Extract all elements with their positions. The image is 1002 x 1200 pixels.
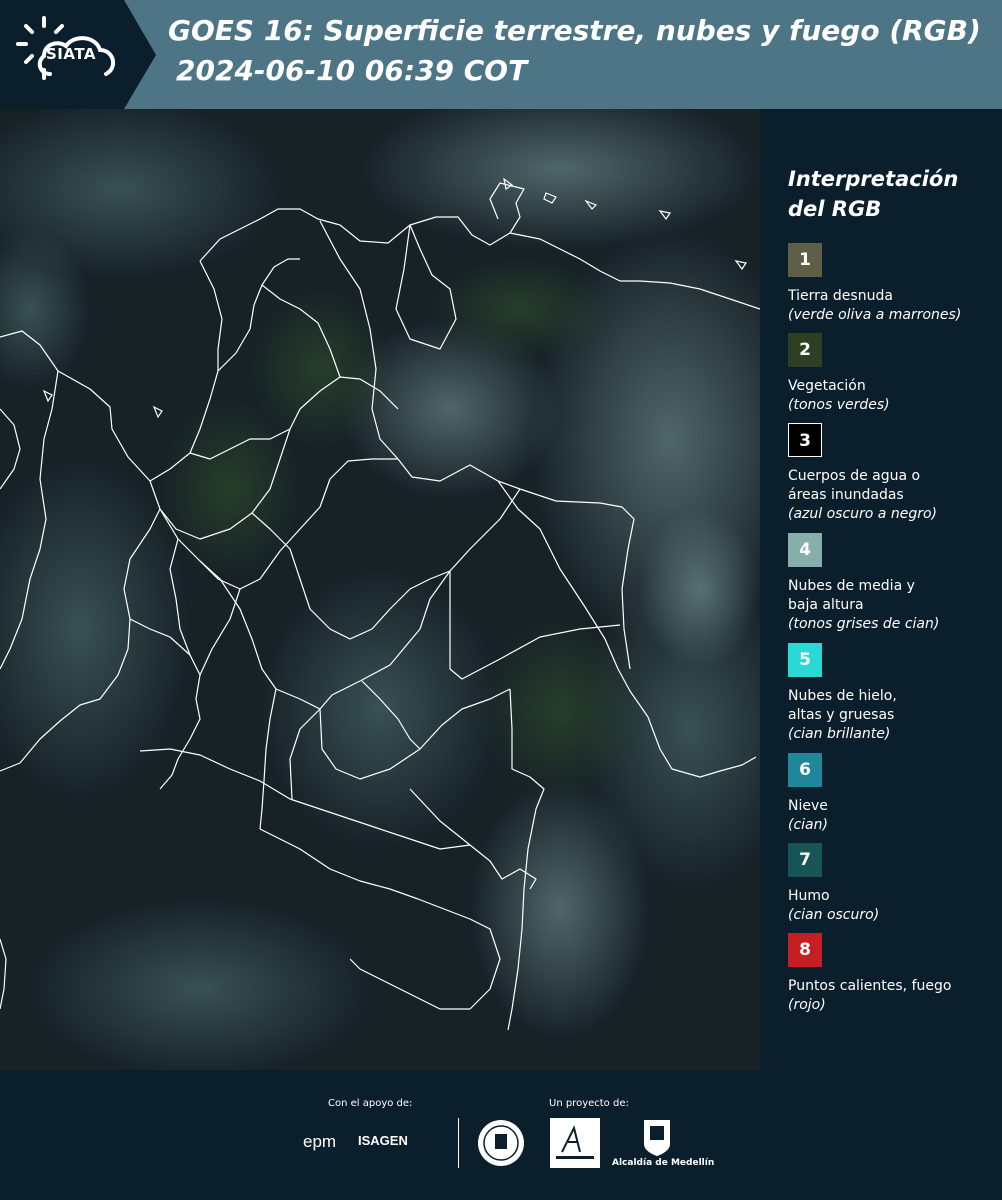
legend-swatch: 1	[788, 243, 822, 277]
legend-label-line: Puntos calientes, fuego	[788, 978, 952, 994]
legend-label-line: Nubes de hielo,	[788, 688, 897, 704]
legend-panel: Interpretación del RGB 1 Tierra desnuda …	[760, 109, 1002, 1070]
legend-sub: (cian)	[788, 817, 828, 833]
legend-item-bare-soil: 1 Tierra desnuda (verde oliva a marrones…	[788, 243, 998, 325]
legend-label: Nieve	[788, 797, 998, 816]
legend-label-line: altas y gruesas	[788, 707, 895, 723]
project-caption: Un proyecto de:	[549, 1098, 629, 1109]
legend-label: Nubes de media y baja altura	[788, 577, 998, 615]
satellite-map[interactable]	[0, 109, 760, 1070]
legend-sub: (cian oscuro)	[788, 907, 880, 923]
legend-title-line2: del RGB	[788, 197, 882, 221]
legend-label-line: áreas inundadas	[788, 487, 904, 503]
legend-sub: (verde oliva a marrones)	[788, 307, 962, 323]
legend-item-vegetation: 2 Vegetación (tonos verdes)	[788, 333, 998, 415]
legend-item-snow: 6 Nieve (cian)	[788, 753, 998, 835]
legend-swatch: 2	[788, 333, 822, 367]
support-caption: Con el apoyo de:	[328, 1098, 413, 1109]
legend-label: Tierra desnuda	[788, 287, 998, 306]
legend-swatch: 4	[788, 533, 822, 567]
legend-label-line: Tierra desnuda	[788, 288, 893, 304]
legend-title-line1: Interpretación	[788, 167, 959, 191]
legend-label: Vegetación	[788, 377, 998, 396]
legend-item-smoke: 7 Humo (cian oscuro)	[788, 843, 998, 925]
legend-swatch: 7	[788, 843, 822, 877]
legend-sub: (tonos verdes)	[788, 397, 890, 413]
satellite-image	[0, 109, 760, 1070]
legend-sub: (azul oscuro a negro)	[788, 506, 937, 522]
legend-title: Interpretación del RGB	[788, 164, 988, 224]
legend-label-line: Nieve	[788, 798, 828, 814]
isagen-logo: ISAGEN	[358, 1133, 408, 1148]
legend-label: Puntos calientes, fuego	[788, 977, 998, 996]
legend-label-line: Humo	[788, 888, 830, 904]
legend-label-line: baja altura	[788, 597, 864, 613]
legend-sub: (rojo)	[788, 997, 826, 1013]
legend-item-low-clouds: 4 Nubes de media y baja altura (tonos gr…	[788, 533, 998, 634]
legend-swatch: 6	[788, 753, 822, 787]
legend-label: Cuerpos de agua o áreas inundadas	[788, 467, 998, 505]
legend-label-line: Vegetación	[788, 378, 866, 394]
seal-icon	[478, 1120, 524, 1166]
legend-swatch: 5	[788, 643, 822, 677]
header-bar: SIATA GOES 16: Superficie terrestre, nub…	[0, 0, 1002, 109]
legend-label: Humo	[788, 887, 998, 906]
legend-label-line: Nubes de media y	[788, 578, 915, 594]
legend-item-ice-clouds: 5 Nubes de hielo, altas y gruesas (cian …	[788, 643, 998, 744]
legend-swatch: 8	[788, 933, 822, 967]
area-metropolitana-icon	[550, 1118, 600, 1168]
legend-sub: (cian brillante)	[788, 726, 891, 742]
legend-label-line: Cuerpos de agua o	[788, 468, 921, 484]
medellin-logo-text: Alcaldía de Medellín	[612, 1158, 715, 1168]
page-title: GOES 16: Superficie terrestre, nubes y f…	[168, 14, 981, 47]
epm-logo: epm	[303, 1132, 337, 1151]
footer-divider	[458, 1118, 459, 1168]
legend-item-water: 3 Cuerpos de agua o áreas inundadas (azu…	[788, 423, 998, 524]
legend-label: Nubes de hielo, altas y gruesas	[788, 687, 998, 725]
legend-item-fire: 8 Puntos calientes, fuego (rojo)	[788, 933, 998, 1015]
legend-sub: (tonos grises de cian)	[788, 616, 940, 632]
legend-swatch: 3	[788, 423, 822, 457]
footer-bar: Con el apoyo de: Un proyecto de: epm ISA…	[0, 1070, 1002, 1200]
siata-logo-text: SIATA	[46, 45, 97, 63]
page-timestamp: 2024-06-10 06:39 COT	[176, 54, 528, 87]
